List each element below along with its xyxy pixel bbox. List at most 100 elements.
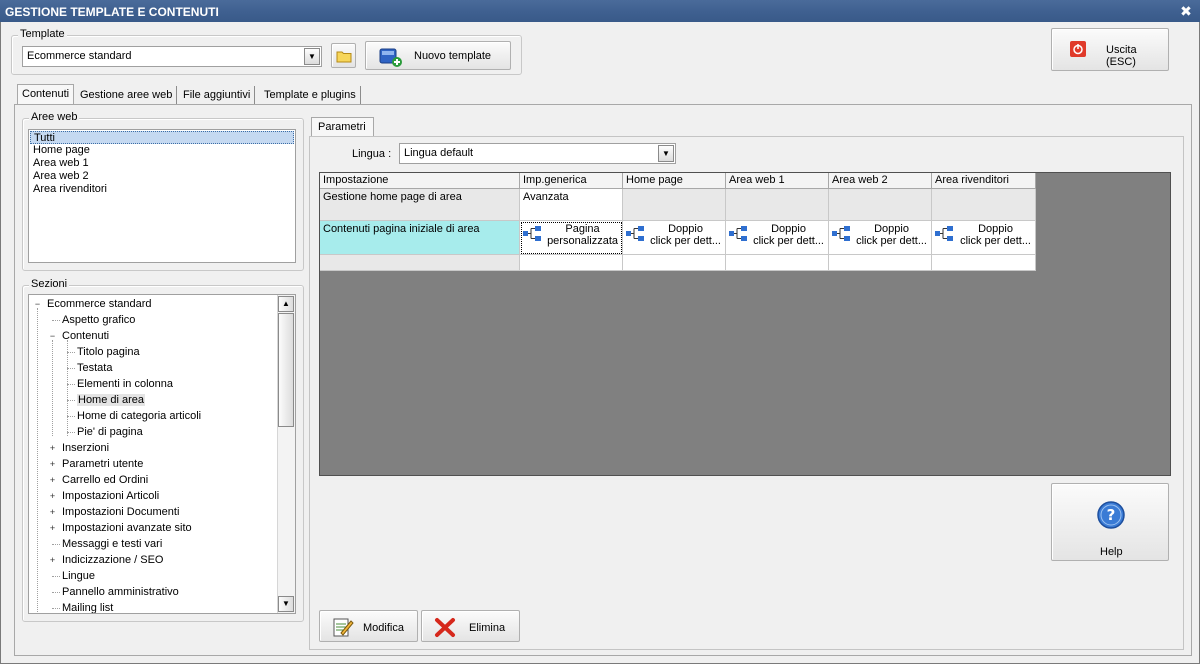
modifica-label: Modifica <box>363 622 404 634</box>
tree-item-label: Impostazioni Articoli <box>62 490 160 502</box>
scroll-down-icon[interactable]: ▼ <box>278 596 294 612</box>
tree-item[interactable]: Carrello ed Ordini <box>62 472 148 488</box>
scroll-thumb[interactable] <box>278 313 294 427</box>
open-folder-button[interactable] <box>331 43 356 68</box>
delete-icon <box>435 618 455 637</box>
tree-item[interactable]: Home di area <box>77 392 146 408</box>
template-select[interactable]: Ecommerce standard ▼ <box>22 46 322 67</box>
expand-icon[interactable]: + <box>48 556 57 565</box>
cell-line: personalizzata <box>547 235 618 247</box>
tree-item[interactable]: Pannello amministrativo <box>62 584 179 600</box>
tree-item[interactable]: Home di categoria articoli <box>77 408 201 424</box>
expand-icon[interactable]: + <box>48 460 57 469</box>
tree-item[interactable]: Titolo pagina <box>77 344 140 360</box>
aree-web-list[interactable]: Tutti Home page Area web 1 Area web 2 Ar… <box>28 129 296 263</box>
expand-icon[interactable]: + <box>48 444 57 453</box>
settings-grid[interactable]: Impostazione Imp.generica Home page Area… <box>319 172 1171 476</box>
edit-icon <box>333 618 354 637</box>
tree-item[interactable]: Messaggi e testi vari <box>62 536 162 552</box>
exit-button[interactable]: Uscita (ESC) <box>1051 28 1169 71</box>
tab-file-aggiuntivi[interactable]: File aggiuntivi <box>179 86 256 105</box>
tree-item[interactable]: Indicizzazione / SEO <box>62 552 164 568</box>
scroll-up-icon[interactable]: ▲ <box>278 296 294 312</box>
tree-connector <box>67 400 75 401</box>
tree-item-label: Aspetto grafico <box>62 314 136 326</box>
column-header[interactable]: Imp.generica <box>520 173 623 189</box>
chevron-down-icon[interactable]: ▼ <box>658 145 674 162</box>
sitemap-icon <box>523 226 541 241</box>
expand-icon[interactable]: + <box>48 476 57 485</box>
list-item[interactable]: Area web 2 <box>30 170 294 183</box>
grid-cell-setting[interactable]: Contenuti pagina iniziale di area <box>320 221 520 255</box>
list-item[interactable]: Tutti <box>30 131 294 144</box>
grid-cell[interactable] <box>726 189 829 221</box>
tree-item-label: Pannello amministrativo <box>62 586 179 598</box>
column-header[interactable]: Impostazione <box>320 173 520 189</box>
grid-cell-generic[interactable]: Avanzata <box>520 189 623 221</box>
expand-icon[interactable]: + <box>48 524 57 533</box>
help-button[interactable]: ? Help <box>1051 483 1169 561</box>
list-item[interactable]: Area web 1 <box>30 157 294 170</box>
help-icon: ? <box>1097 501 1125 529</box>
elimina-button[interactable]: Elimina <box>421 610 520 642</box>
expand-icon[interactable]: + <box>48 492 57 501</box>
grid-cell[interactable] <box>623 189 726 221</box>
column-header[interactable]: Area web 1 <box>726 173 829 189</box>
chevron-down-icon[interactable]: ▼ <box>304 48 320 65</box>
tree-item[interactable]: Testata <box>77 360 112 376</box>
tree-item[interactable]: Lingue <box>62 568 95 584</box>
list-item[interactable]: Home page <box>30 144 294 157</box>
tree-item[interactable]: Pie' di pagina <box>77 424 143 440</box>
grid-cell-setting[interactable]: Gestione home page di area <box>320 189 520 221</box>
grid-cell[interactable] <box>829 255 932 271</box>
cell-line: Doppio <box>771 223 806 235</box>
grid-cell-area-web-1[interactable]: Doppio click per dett... <box>726 221 829 255</box>
close-icon[interactable]: ✖ <box>1178 3 1194 19</box>
grid-cell[interactable] <box>829 189 932 221</box>
cell-line: click per dett... <box>960 235 1031 247</box>
folder-icon <box>336 51 352 63</box>
sezioni-tree[interactable]: Ecommerce standard − Aspetto grafico Conten… <box>28 294 296 614</box>
tree-item[interactable]: Mailing list <box>62 600 113 613</box>
grid-cell[interactable] <box>623 255 726 271</box>
tab-template-plugins[interactable]: Template e plugins <box>260 86 361 105</box>
list-item[interactable]: Area rivenditori <box>30 183 294 196</box>
grid-cell-area-web-2[interactable]: Doppio click per dett... <box>829 221 932 255</box>
tree-item[interactable]: Aspetto grafico <box>62 312 135 328</box>
grid-cell[interactable] <box>726 255 829 271</box>
elimina-label: Elimina <box>469 622 506 634</box>
tree-item[interactable]: Elementi in colonna <box>77 376 173 392</box>
tree-item[interactable]: Ecommerce standard <box>47 296 152 312</box>
grid-cell[interactable] <box>520 255 623 271</box>
lingua-select[interactable]: Lingua default ▼ <box>399 143 676 164</box>
grid-cell[interactable] <box>932 189 1036 221</box>
grid-cell[interactable] <box>932 255 1036 271</box>
tree-item[interactable]: Impostazioni Documenti <box>62 504 179 520</box>
tree-item[interactable]: Impostazioni avanzate sito <box>62 520 192 536</box>
tab-contenuti[interactable]: Contenuti <box>17 84 75 106</box>
template-select-value: Ecommerce standard <box>27 50 132 62</box>
cell-line: click per dett... <box>753 235 824 247</box>
tree-item[interactable]: Parametri utente <box>62 456 143 472</box>
column-header[interactable]: Area web 2 <box>829 173 932 189</box>
cell-line: Doppio <box>978 223 1013 235</box>
modifica-button[interactable]: Modifica <box>319 610 418 642</box>
tree-item[interactable]: Impostazioni Articoli <box>62 488 159 504</box>
expand-icon[interactable]: + <box>48 508 57 517</box>
tree-item[interactable]: Contenuti <box>62 328 109 344</box>
tree-item-label: Pie' di pagina <box>77 426 143 438</box>
grid-cell-generic[interactable]: Pagina personalizzata <box>520 221 623 255</box>
power-icon <box>1070 41 1086 57</box>
tree-item-label: Lingue <box>62 570 96 582</box>
grid-cell-home-page[interactable]: Doppio click per dett... <box>623 221 726 255</box>
column-header[interactable]: Area rivenditori <box>932 173 1036 189</box>
tree-item-label: Contenuti <box>62 330 110 342</box>
grid-cell-area-rivenditori[interactable]: Doppio click per dett... <box>932 221 1036 255</box>
new-template-button[interactable]: Nuovo template <box>365 41 511 70</box>
grid-cell-new-row[interactable] <box>320 255 520 271</box>
tab-parametri[interactable]: Parametri <box>311 117 374 137</box>
column-header[interactable]: Home page <box>623 173 726 189</box>
tab-gestione-aree-web[interactable]: Gestione aree web <box>76 86 178 105</box>
tree-item[interactable]: Inserzioni <box>62 440 109 456</box>
aree-web-title: Aree web <box>29 111 80 123</box>
